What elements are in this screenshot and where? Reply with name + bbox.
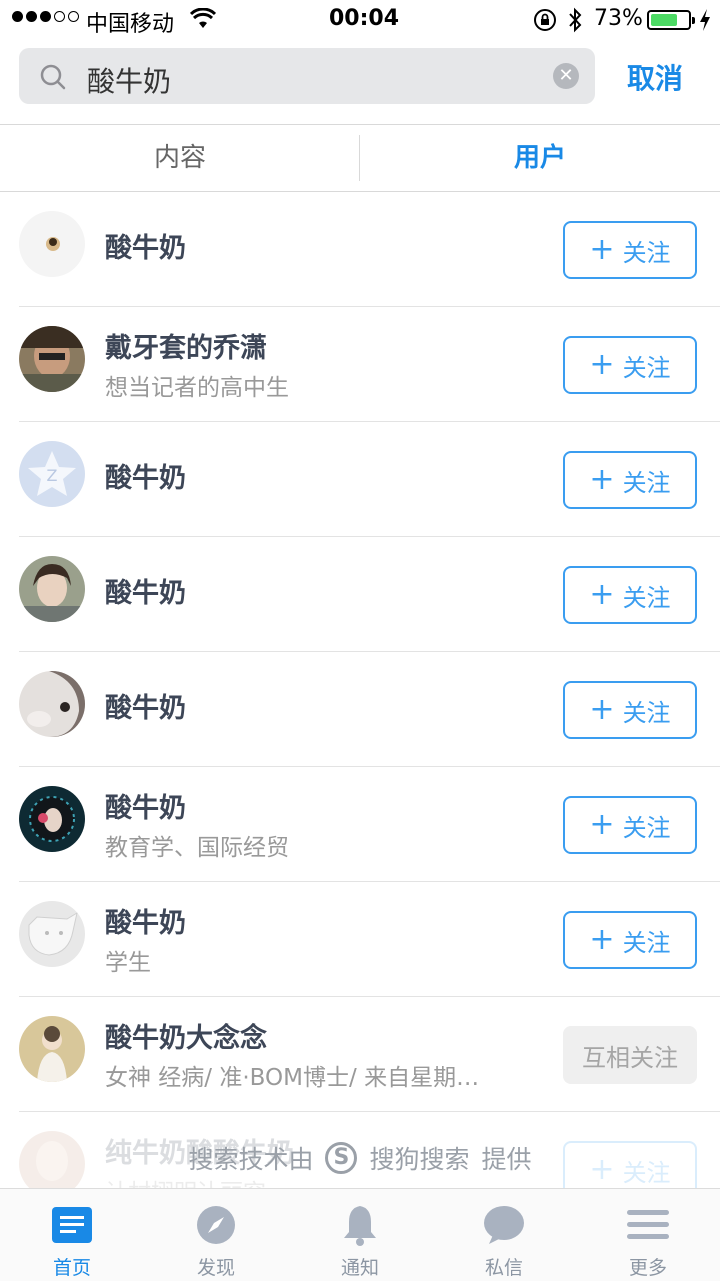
search-input[interactable]: 酸牛奶 ✕: [19, 48, 595, 104]
follow-label: 关注: [622, 468, 671, 497]
follow-label: 关注: [622, 698, 671, 727]
follow-label: 关注: [622, 813, 671, 842]
user-name: 酸牛奶: [105, 233, 186, 264]
carrier-name: 中国移动: [86, 12, 175, 37]
user-name: 酸牛奶: [105, 578, 186, 609]
tab-label: 更多: [628, 1257, 667, 1279]
user-description: 学生: [105, 950, 151, 976]
tab-users[interactable]: 用户: [360, 125, 720, 191]
list-item[interactable]: 酸牛奶 教育学、国际经贸 + 关注: [0, 767, 720, 882]
follow-button[interactable]: + 关注: [563, 451, 697, 509]
mutual-follow-button[interactable]: 互相关注: [563, 1026, 697, 1084]
avatar[interactable]: [19, 1016, 85, 1082]
menu-lines-icon: [626, 1203, 670, 1247]
credit-brand: 搜狗搜索: [369, 1145, 470, 1174]
list-item[interactable]: 酸牛奶 + 关注: [0, 537, 720, 652]
tab-content[interactable]: 内容: [0, 125, 360, 191]
plus-icon: +: [589, 692, 615, 727]
user-name: 酸牛奶: [105, 693, 186, 724]
tab-discover[interactable]: 发现: [144, 1189, 288, 1281]
tab-label: 私信: [484, 1257, 523, 1279]
search-icon: [39, 63, 67, 95]
chat-bubble-icon: [482, 1203, 526, 1247]
avatar[interactable]: [19, 901, 85, 967]
home-list-icon: [50, 1203, 94, 1247]
tab-notifications[interactable]: 通知: [288, 1189, 432, 1281]
tab-home[interactable]: 首页: [0, 1189, 144, 1281]
plus-icon: +: [589, 462, 615, 497]
list-item[interactable]: 酸牛奶 + 关注: [0, 192, 720, 307]
user-name: 酸牛奶: [105, 463, 186, 494]
charging-bolt-icon: [698, 8, 712, 38]
user-list: 酸牛奶 + 关注 戴牙套的乔潇 想当记者的高中生 + 关注 Z 酸牛奶 + 关注 酸牛…: [0, 192, 720, 1188]
follow-label: 关注: [622, 928, 671, 957]
search-query-text: 酸牛奶: [87, 65, 172, 98]
wifi-icon: [189, 7, 217, 36]
user-description: 想当记者的高中生: [105, 375, 289, 401]
plus-icon: +: [589, 577, 615, 612]
clear-icon[interactable]: ✕: [553, 63, 579, 89]
tab-label: 通知: [340, 1257, 379, 1279]
user-description: 教育学、国际经贸: [105, 835, 289, 861]
plus-icon: +: [589, 347, 615, 382]
follow-button[interactable]: + 关注: [563, 221, 697, 279]
user-name: 戴牙套的乔潇: [105, 333, 267, 364]
list-item[interactable]: 酸牛奶大念念 女神 经病/ 准·BOM博士/ 来自星期… 互相关注: [0, 997, 720, 1112]
credit-prefix: 搜索技术由: [188, 1145, 314, 1174]
plus-icon: +: [589, 922, 615, 957]
tab-messages[interactable]: 私信: [432, 1189, 576, 1281]
compass-icon: [194, 1203, 238, 1247]
user-name: 酸牛奶: [105, 908, 186, 939]
follow-button[interactable]: + 关注: [563, 911, 697, 969]
follow-button[interactable]: + 关注: [563, 566, 697, 624]
avatar[interactable]: [19, 211, 85, 277]
list-item[interactable]: 戴牙套的乔潇 想当记者的高中生 + 关注: [0, 307, 720, 422]
cancel-button[interactable]: 取消: [627, 57, 683, 97]
follow-label: 关注: [622, 583, 671, 612]
follow-label: 关注: [622, 353, 671, 382]
credit-suffix: 提供: [481, 1145, 532, 1174]
follow-button[interactable]: + 关注: [563, 796, 697, 854]
status-bar: 中国移动 00:04 73%: [0, 0, 720, 40]
list-item[interactable]: 酸牛奶 学生 + 关注: [0, 882, 720, 997]
sogou-logo-icon: S: [325, 1142, 358, 1174]
battery-icon: [647, 10, 695, 30]
user-name: 酸牛奶: [105, 793, 186, 824]
list-item[interactable]: 酸牛奶 + 关注: [0, 652, 720, 767]
avatar[interactable]: [19, 326, 85, 392]
avatar[interactable]: [19, 786, 85, 852]
follow-button[interactable]: + 关注: [563, 336, 697, 394]
bottom-tab-bar: 首页 发现 通知 私信 更多: [0, 1188, 720, 1281]
tab-divider: [359, 135, 360, 181]
signal-strength-icon: [12, 11, 79, 22]
search-header: 酸牛奶 ✕ 取消: [0, 40, 720, 124]
avatar[interactable]: Z: [19, 441, 85, 507]
user-description: 女神 经病/ 准·BOM博士/ 来自星期…: [105, 1065, 480, 1091]
follow-label: 关注: [622, 238, 671, 267]
user-name: 酸牛奶大念念: [105, 1023, 267, 1054]
avatar[interactable]: [19, 671, 85, 737]
list-item[interactable]: Z 酸牛奶 + 关注: [0, 422, 720, 537]
search-provider-credit: 搜索技术由 S 搜狗搜索 提供: [0, 1138, 720, 1178]
svg-text:Z: Z: [47, 466, 58, 485]
plus-icon: +: [589, 807, 615, 842]
clock-time: 00:04: [329, 6, 400, 31]
tab-more[interactable]: 更多: [576, 1189, 720, 1281]
plus-icon: +: [589, 232, 615, 267]
battery-percent: 73%: [594, 6, 643, 31]
tab-label: 发现: [196, 1257, 235, 1279]
result-tabs: 内容 用户: [0, 124, 720, 192]
follow-button[interactable]: + 关注: [563, 681, 697, 739]
tab-label: 首页: [52, 1257, 91, 1279]
rotation-lock-icon: [533, 8, 557, 38]
bell-icon: [338, 1203, 382, 1247]
bluetooth-icon: [567, 6, 583, 40]
avatar[interactable]: [19, 556, 85, 622]
